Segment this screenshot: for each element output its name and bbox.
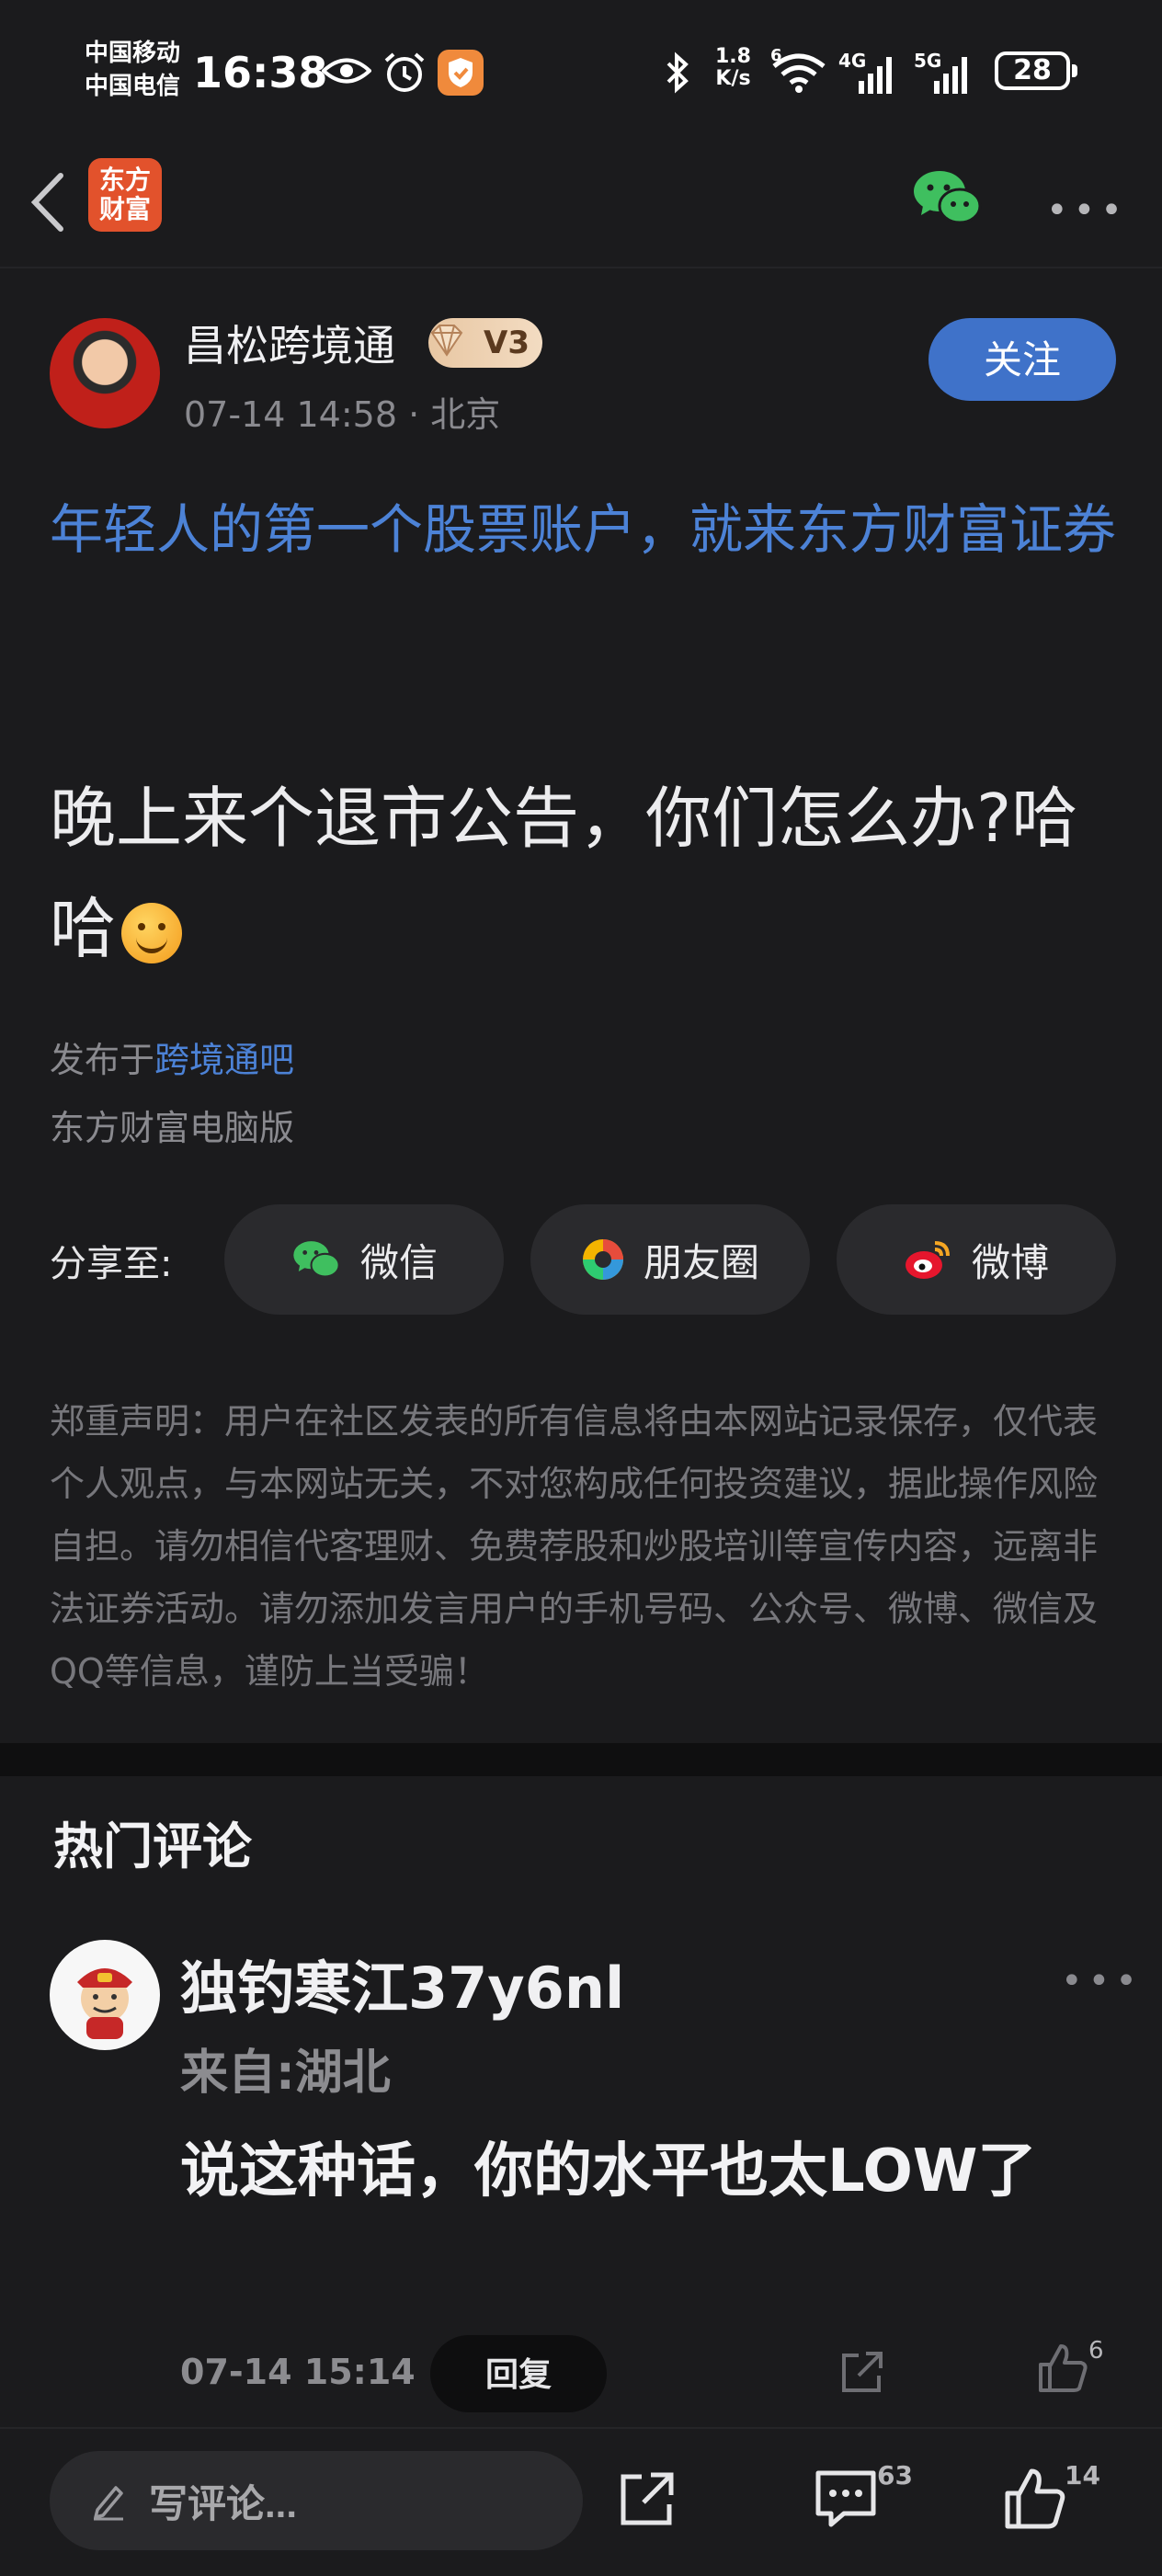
write-comment-button[interactable]: 写评论... [50, 2451, 583, 2550]
comment-text: 说这种话，你的水平也太LOW了 [180, 2137, 1037, 2206]
moments-icon [582, 1239, 623, 1280]
comment-avatar[interactable] [50, 1940, 160, 2050]
published-in: 发布于跨境通吧 [50, 1032, 294, 1082]
post-meta: 07-14 14:58 · 北京 [184, 386, 500, 437]
like-count: 14 [1065, 2460, 1100, 2491]
speed-value: 1.8 [715, 45, 751, 68]
author-avatar[interactable] [50, 318, 160, 428]
bluetooth-icon [666, 51, 689, 94]
carrier-1: 中国移动 [85, 40, 181, 67]
wechat-icon [293, 1241, 340, 1278]
follow-button[interactable]: 关注 [928, 318, 1116, 401]
hot-comments-title: 热门评论 [53, 1818, 252, 1875]
battery-indicator: 28 [995, 51, 1077, 90]
weibo-icon [905, 1241, 950, 1279]
carrier-labels: 中国移动 中国电信 [85, 37, 180, 103]
share-moments-label: 朋友圈 [643, 1240, 759, 1284]
chevron-left-icon[interactable] [26, 170, 72, 234]
comment-icon[interactable] [811, 2464, 881, 2534]
comment-username[interactable]: 独钓寒江37y6nl [180, 1942, 624, 2024]
author-name[interactable]: 昌松跨境通 [184, 313, 395, 373]
comment-count: 63 [877, 2460, 913, 2491]
write-comment-placeholder: 写评论... [149, 2481, 298, 2525]
logo-line-2: 财富 [98, 194, 151, 224]
signal-5g-icon [934, 51, 967, 94]
wechat-icon[interactable] [910, 165, 984, 230]
reply-button[interactable]: 回复 [430, 2335, 607, 2412]
comment-location: 来自:湖北 [180, 2046, 391, 2101]
wifi-label: 6 [770, 46, 782, 65]
carrier-2: 中国电信 [85, 73, 181, 100]
disclaimer-text: 郑重声明：用户在社区发表的所有信息将由本网站记录保存，仅代表个人观点，与本网站无… [50, 1401, 1099, 1692]
post-location: 北京 [430, 394, 501, 435]
smiley-icon [121, 903, 183, 964]
status-bar: 中国移动 中国电信 16:38 1.8 K/s 6 4G 5G 28 [0, 0, 1162, 147]
post-body-text: 晚上来个退市公告，你们怎么办?哈哈 [50, 780, 1078, 967]
post-headline[interactable]: 年轻人的第一个股票账户，就来东方财富证券 [50, 487, 1116, 572]
thumbs-up-icon[interactable] [1033, 2339, 1092, 2398]
comment-more-icon[interactable]: ••• [1061, 1960, 1143, 2002]
published-prefix: 发布于 [50, 1040, 155, 1080]
pencil-icon [94, 2486, 123, 2521]
share-wechat-label: 微信 [359, 1240, 438, 1284]
network-speed: 1.8 K/s [715, 46, 751, 90]
top-nav [0, 147, 1162, 268]
diamond-icon [430, 325, 463, 357]
share-out-icon[interactable] [833, 2342, 892, 2401]
meta-dot: · [408, 394, 431, 435]
share-label: 分享至: [50, 1243, 173, 1285]
share-wechat-button[interactable]: 微信 [224, 1204, 504, 1315]
share-out-icon[interactable] [612, 2464, 682, 2534]
app-logo[interactable]: 东方 财富 [88, 158, 162, 232]
alarm-icon [384, 52, 425, 92]
bar-link[interactable]: 跨境通吧 [154, 1040, 294, 1080]
section-divider [0, 1743, 1162, 1776]
speed-unit: K/s [715, 67, 751, 90]
clock: 16:38 [193, 48, 328, 97]
post-time: 07-14 14:58 [184, 394, 398, 435]
app-shield-icon [438, 50, 484, 96]
post-client: 东方财富电脑版 [50, 1108, 295, 1148]
share-weibo-label: 微博 [971, 1240, 1049, 1284]
signal-4g-icon [859, 51, 892, 94]
post-body: 晚上来个退市公告，你们怎么办?哈哈 [50, 763, 1116, 984]
share-moments-button[interactable]: 朋友圈 [530, 1204, 810, 1315]
share-weibo-button[interactable]: 微博 [837, 1204, 1116, 1315]
eye-icon [322, 58, 371, 84]
thumbs-up-icon[interactable] [1000, 2464, 1070, 2534]
comment-time: 07-14 15:14 [180, 2352, 416, 2392]
more-dots-icon[interactable]: ••• [1046, 189, 1128, 232]
comment-like-count: 6 [1088, 2337, 1104, 2365]
logo-line-1: 东方 [98, 165, 151, 195]
